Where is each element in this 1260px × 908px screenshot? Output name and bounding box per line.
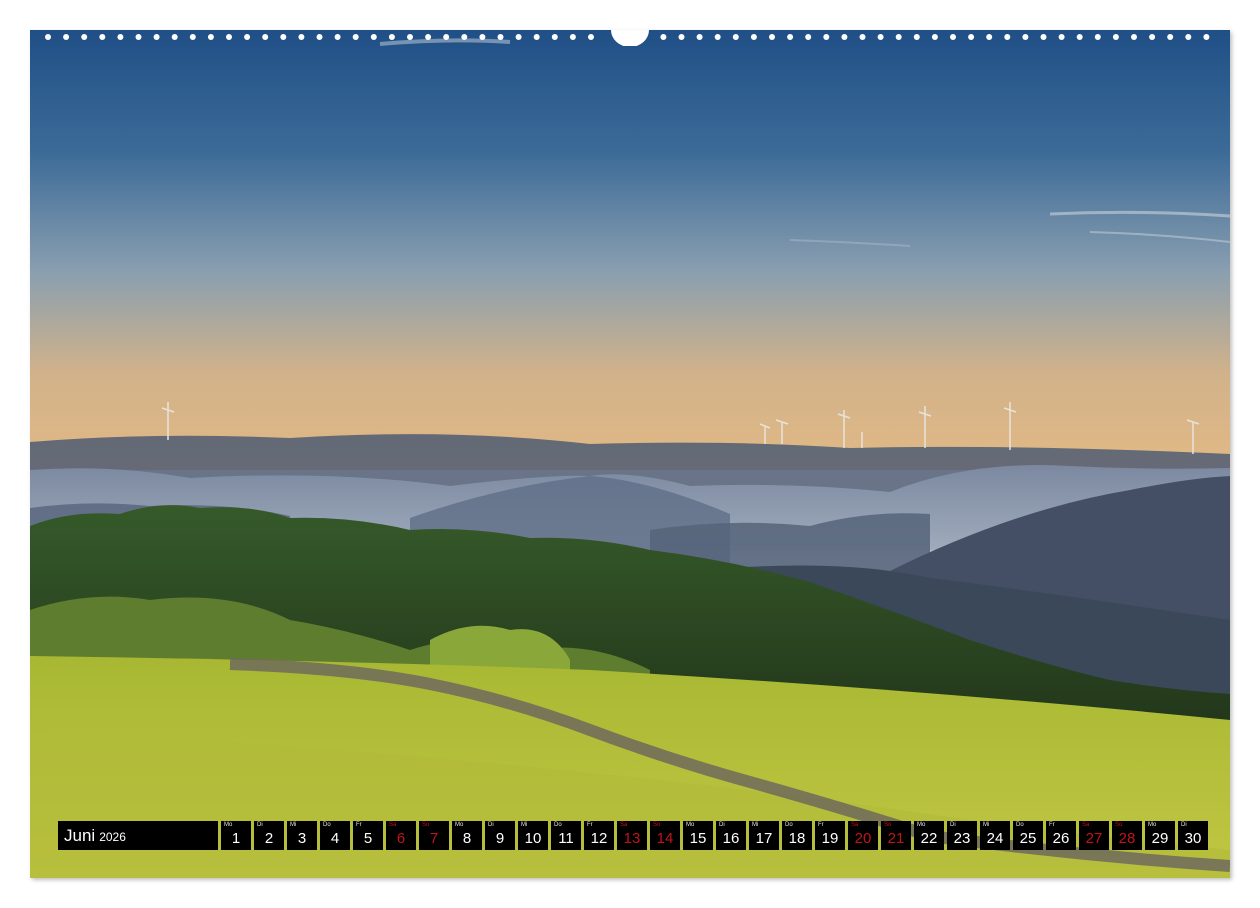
day-cell: Mi 17 [749, 821, 779, 850]
day-number: 17 [755, 830, 773, 847]
day-number: 30 [1184, 830, 1202, 847]
day-cell: Sa 6 [386, 821, 416, 850]
landscape-photo [30, 30, 1230, 878]
day-cell: Fr 5 [353, 821, 383, 850]
day-number: 10 [524, 830, 542, 847]
day-cell: Do 18 [782, 821, 812, 850]
day-number: 21 [887, 830, 905, 847]
day-number: 14 [656, 830, 674, 847]
day-number: 25 [1019, 830, 1037, 847]
weekday-label: So [1115, 822, 1123, 828]
weekday-label: Do [1016, 822, 1024, 828]
weekday-label: Di [950, 822, 956, 828]
day-number: 7 [429, 830, 439, 847]
day-cell: Sa 13 [617, 821, 647, 850]
weekday-label: Fr [818, 822, 824, 828]
day-number: 2 [264, 830, 274, 847]
day-number: 13 [623, 830, 641, 847]
day-cell: Do 11 [551, 821, 581, 850]
day-number: 6 [396, 830, 406, 847]
weekday-label: Mo [455, 822, 464, 828]
weekday-label: Mo [917, 822, 926, 828]
day-number: 22 [920, 830, 938, 847]
day-number: 18 [788, 830, 806, 847]
weekday-label: Fr [587, 822, 593, 828]
weekday-label: Mi [290, 822, 297, 828]
day-cell: Do 4 [320, 821, 350, 850]
landscape-image [30, 30, 1230, 878]
weekday-label: Di [488, 822, 494, 828]
day-number: 23 [953, 830, 971, 847]
weekday-label: Mo [686, 822, 695, 828]
day-cell: Fr 12 [584, 821, 614, 850]
day-number: 4 [330, 830, 340, 847]
day-cell: Di 16 [716, 821, 746, 850]
day-cell: Di 2 [254, 821, 284, 850]
day-number: 28 [1118, 830, 1136, 847]
day-cell: Mo 1 [221, 821, 251, 850]
day-cell: Di 30 [1178, 821, 1208, 850]
day-number: 19 [821, 830, 839, 847]
day-cell: Mo 8 [452, 821, 482, 850]
weekday-label: Do [785, 822, 793, 828]
weekday-label: Fr [1049, 822, 1055, 828]
day-cell: Fr 26 [1046, 821, 1076, 850]
day-cell: Mi 24 [980, 821, 1010, 850]
month-name: Juni [64, 826, 96, 845]
day-number: 5 [363, 830, 373, 847]
weekday-label: Sa [1082, 822, 1090, 828]
weekday-label: Sa [389, 822, 397, 828]
day-cell: Mo 22 [914, 821, 944, 850]
weekday-label: So [653, 822, 661, 828]
day-cell: Sa 20 [848, 821, 878, 850]
weekday-label: Di [257, 822, 263, 828]
weekday-label: Do [554, 822, 562, 828]
day-number: 12 [590, 830, 608, 847]
day-number: 3 [297, 830, 307, 847]
day-cell: Sa 27 [1079, 821, 1109, 850]
day-cell: So 28 [1112, 821, 1142, 850]
day-number: 16 [722, 830, 740, 847]
day-cell: Mi 10 [518, 821, 548, 850]
weekday-label: Di [719, 822, 725, 828]
day-cell: So 14 [650, 821, 680, 850]
day-cell: Mo 29 [1145, 821, 1175, 850]
weekday-label: So [422, 822, 430, 828]
weekday-label: Mo [224, 822, 233, 828]
day-number: 15 [689, 830, 707, 847]
day-number: 1 [231, 830, 241, 847]
day-number: 24 [986, 830, 1004, 847]
day-cell: Fr 19 [815, 821, 845, 850]
day-cell: So 21 [881, 821, 911, 850]
day-cell: Do 25 [1013, 821, 1043, 850]
day-number: 29 [1151, 830, 1169, 847]
calendar-page: Juni 2026 Mo 1 Di 2 Mi 3 Do 4 Fr 5 Sa 6 So 7 Mo 8 Di 9 Mi 1… [0, 0, 1260, 908]
weekday-label: Do [323, 822, 331, 828]
weekday-label: Mi [983, 822, 990, 828]
weekday-label: Sa [851, 822, 859, 828]
calendar-strip: Juni 2026 Mo 1 Di 2 Mi 3 Do 4 Fr 5 Sa 6 So 7 Mo 8 Di 9 Mi 1… [58, 821, 1208, 850]
weekday-label: Fr [356, 822, 362, 828]
weekday-label: Sa [620, 822, 628, 828]
day-number: 20 [854, 830, 872, 847]
day-number: 27 [1085, 830, 1103, 847]
month-year: 2026 [99, 830, 126, 844]
day-number: 11 [558, 830, 574, 847]
weekday-label: Mo [1148, 822, 1157, 828]
day-cell: Mi 3 [287, 821, 317, 850]
day-cell: Di 23 [947, 821, 977, 850]
weekday-label: So [884, 822, 892, 828]
day-number: 26 [1052, 830, 1070, 847]
weekday-label: Mi [521, 822, 528, 828]
weekday-label: Mi [752, 822, 759, 828]
day-cell: Mo 15 [683, 821, 713, 850]
day-cell: Di 9 [485, 821, 515, 850]
day-cell: So 7 [419, 821, 449, 850]
day-number: 8 [462, 830, 472, 847]
weekday-label: Di [1181, 822, 1187, 828]
day-number: 9 [495, 830, 505, 847]
month-label: Juni 2026 [58, 821, 218, 850]
